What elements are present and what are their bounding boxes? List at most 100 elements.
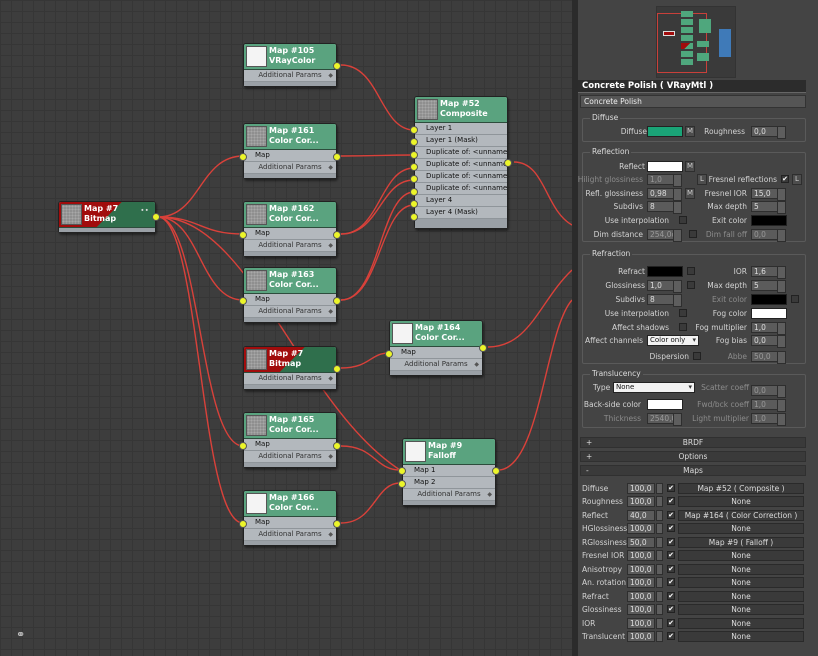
hilight-glossiness-spinner[interactable]: 1,0	[647, 174, 682, 187]
map-slot-button[interactable]: None	[678, 577, 804, 588]
map-amount-spinner[interactable]: 100,0	[627, 483, 655, 494]
map-slot-button[interactable]: Map #164 ( Color Correction )	[678, 510, 804, 521]
spinner-arrows-icon[interactable]	[656, 523, 663, 534]
refr-max-depth-spinner[interactable]: 5	[751, 280, 786, 293]
abbe-spinner[interactable]: 50,0	[751, 351, 786, 364]
map-slot-button[interactable]: Map #52 ( Composite )	[678, 483, 804, 494]
output-socket[interactable]	[479, 344, 487, 352]
map-amount-spinner[interactable]: 100,0	[627, 564, 655, 575]
scatter-coeff-spinner[interactable]: 0,0	[751, 385, 786, 398]
material-name-field[interactable]: Concrete Polish	[580, 95, 806, 108]
light-multiplier-spinner[interactable]: 1,0	[751, 413, 786, 426]
node-map105[interactable]: Map #105 VRayColor Additional Params ◆	[243, 43, 341, 87]
output-socket[interactable]	[333, 442, 341, 450]
output-socket[interactable]	[333, 153, 341, 161]
map-enable-checkbox[interactable]: ✔	[667, 497, 675, 505]
rollout-options[interactable]: + Options	[580, 451, 806, 462]
refr-exit-color-swatch[interactable]	[751, 294, 787, 305]
map-amount-spinner[interactable]: 100,0	[627, 523, 655, 534]
map-amount-spinner[interactable]: 100,0	[627, 591, 655, 602]
dim-distance-checkbox[interactable]	[689, 230, 697, 238]
rollout-maps[interactable]: - Maps	[580, 465, 806, 476]
input-socket[interactable]	[239, 231, 247, 239]
map-enable-checkbox[interactable]: ✔	[667, 578, 675, 586]
map-amount-spinner[interactable]: 40,0	[627, 510, 655, 521]
node-map164[interactable]: Map #164 Color Cor... Map Additional Par…	[385, 320, 487, 376]
map-amount-spinner[interactable]: 100,0	[627, 577, 655, 588]
output-socket[interactable]	[333, 231, 341, 239]
map-enable-checkbox[interactable]: ✔	[667, 538, 675, 546]
map-slot-button[interactable]: None	[678, 591, 804, 602]
map-enable-checkbox[interactable]: ✔	[667, 524, 675, 532]
spinner-arrows-icon[interactable]	[656, 510, 663, 521]
map-amount-spinner[interactable]: 100,0	[627, 496, 655, 507]
map-enable-checkbox[interactable]: ✔	[667, 565, 675, 573]
input-socket[interactable]	[410, 126, 418, 134]
refract-map-button[interactable]	[687, 267, 695, 275]
refr-use-interpolation-checkbox[interactable]	[679, 309, 687, 317]
ior-spinner[interactable]: 1,6	[751, 266, 786, 279]
fresnel-reflections-checkbox[interactable]: ✔	[781, 175, 789, 183]
refl-max-depth-spinner[interactable]: 5	[751, 201, 786, 214]
output-socket[interactable]	[504, 159, 512, 167]
affect-channels-dropdown[interactable]: Color only	[647, 335, 699, 346]
diffuse-color-swatch[interactable]	[647, 126, 683, 137]
fwd-bck-coeff-spinner[interactable]: 1,0	[751, 399, 786, 412]
input-socket[interactable]	[410, 175, 418, 183]
node-map163[interactable]: Map #163 Color Cor... Map Additional Par…	[239, 267, 341, 323]
input-socket[interactable]	[398, 467, 406, 475]
output-socket[interactable]	[333, 297, 341, 305]
fog-multiplier-spinner[interactable]: 1,0	[751, 322, 786, 335]
refr-glossiness-spinner[interactable]: 1,0	[647, 280, 682, 293]
node-map165[interactable]: Map #165 Color Cor... Map Additional Par…	[239, 412, 341, 468]
map-enable-checkbox[interactable]: ✔	[667, 511, 675, 519]
map-slot-button[interactable]: None	[678, 631, 804, 642]
refr-subdivs-spinner[interactable]: 8	[647, 294, 682, 307]
fresnel-lock-button[interactable]: L	[792, 174, 802, 185]
input-socket[interactable]	[410, 138, 418, 146]
output-socket[interactable]	[152, 213, 160, 221]
input-socket[interactable]	[410, 188, 418, 196]
output-socket[interactable]	[492, 467, 500, 475]
dim-falloff-spinner[interactable]: 0,0	[751, 229, 786, 242]
dispersion-checkbox[interactable]	[693, 352, 701, 360]
roughness-spinner[interactable]: 0,0	[751, 126, 786, 139]
refl-glossiness-map-button[interactable]: M	[685, 188, 695, 199]
spinner-arrows-icon[interactable]	[656, 537, 663, 548]
map-enable-checkbox[interactable]: ✔	[667, 619, 675, 627]
reflect-color-swatch[interactable]	[647, 161, 683, 172]
fog-bias-spinner[interactable]: 0,0	[751, 335, 786, 348]
input-socket[interactable]	[398, 480, 406, 488]
input-socket[interactable]	[239, 297, 247, 305]
map-enable-checkbox[interactable]: ✔	[667, 632, 675, 640]
spinner-arrows-icon[interactable]	[656, 577, 663, 588]
node-editor-view[interactable]: Map #7 Bitmap ∙∙ Map #105 VRayColor Addi…	[0, 0, 572, 656]
output-socket[interactable]	[333, 365, 341, 373]
node-map7-bitmap[interactable]: Map #7 Bitmap Additional Params ◆	[243, 346, 341, 390]
navigator-minimap[interactable]	[656, 6, 736, 78]
map-slot-button[interactable]: None	[678, 550, 804, 561]
map-slot-button[interactable]: None	[678, 564, 804, 575]
affect-shadows-checkbox[interactable]	[679, 323, 687, 331]
node-map9-falloff[interactable]: Map #9 Falloff Map 1 Map 2 Additional Pa…	[398, 438, 500, 506]
map-slot-button[interactable]: None	[678, 496, 804, 507]
map-amount-spinner[interactable]: 100,0	[627, 631, 655, 642]
map-enable-checkbox[interactable]: ✔	[667, 484, 675, 492]
map-slot-button[interactable]: None	[678, 618, 804, 629]
input-socket[interactable]	[410, 200, 418, 208]
input-socket[interactable]	[385, 350, 393, 358]
refl-glossiness-spinner[interactable]: 0,98	[647, 188, 682, 201]
map-enable-checkbox[interactable]: ✔	[667, 592, 675, 600]
binoculars-icon[interactable]: ⚭	[16, 628, 25, 641]
node-map162[interactable]: Map #162 Color Cor... Map Additional Par…	[239, 201, 341, 257]
diffuse-map-button[interactable]: M	[685, 126, 695, 137]
node-map7[interactable]: Map #7 Bitmap ∙∙	[58, 201, 160, 233]
map-amount-spinner[interactable]: 50,0	[627, 537, 655, 548]
hilight-lock-button[interactable]: L	[697, 174, 707, 185]
spinner-arrows-icon[interactable]	[656, 564, 663, 575]
spinner-arrows-icon[interactable]	[656, 496, 663, 507]
dim-distance-spinner[interactable]: 254,0c	[647, 229, 682, 242]
map-enable-checkbox[interactable]: ✔	[667, 551, 675, 559]
translucency-type-dropdown[interactable]: None	[613, 382, 695, 393]
refr-exit-color-checkbox[interactable]	[791, 295, 799, 303]
